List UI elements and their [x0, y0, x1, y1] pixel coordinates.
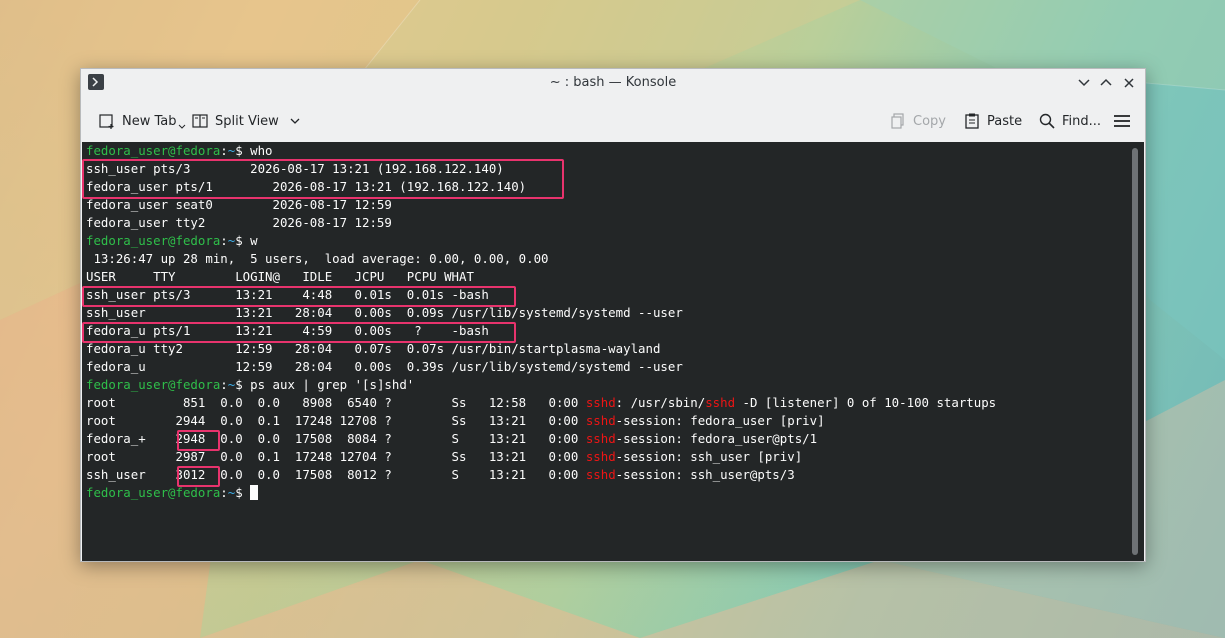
title-bar[interactable]: ~ : bash — Konsole — [81, 69, 1145, 97]
prompt-dollar: $ — [235, 233, 251, 248]
terminal-output-line: root 851 0.0 0.0 8908 6540 ? Ss 12:58 0:… — [86, 394, 996, 412]
find-label: Find... — [1062, 113, 1102, 129]
prompt-dollar: $ — [235, 143, 251, 158]
command-text: ps aux | grep '[s]shd' — [250, 377, 415, 392]
prompt-separator: : — [220, 233, 228, 248]
highlight-box-pid-3012 — [177, 466, 220, 487]
prompt-user: fedora_user@fedora — [86, 377, 221, 392]
terminal-output-line: ssh_user 3012 0.0 0.0 17508 8012 ? S 13:… — [86, 466, 996, 484]
output-segment: fedora_+ 2948 0.0 0.0 17508 8084 ? S 13:… — [86, 431, 586, 446]
output-segment: root 2987 0.0 0.1 17248 12704 ? Ss 13:21… — [86, 449, 586, 464]
highlight-box-w-ssh-user — [82, 286, 516, 307]
terminal-output-line: 13:26:47 up 28 min, 5 users, load averag… — [86, 251, 549, 266]
grep-match: sshd — [585, 467, 616, 482]
output-segment: -session: ssh_user@pts/3 — [615, 467, 795, 482]
new-tab-icon — [99, 114, 114, 129]
hamburger-menu-button[interactable] — [1113, 101, 1137, 141]
grep-match: sshd — [705, 395, 736, 410]
toolbar: New Tab Split View Copy Paste Find... — [81, 101, 1145, 141]
terminal-prompt-line: fedora_user@fedora:~$ w — [86, 232, 996, 250]
terminal-output-line: root 2944 0.0 0.1 17248 12708 ? Ss 13:21… — [86, 412, 996, 430]
output-segment: -D [listener] 0 of 10-100 startups — [735, 395, 997, 410]
command-text: w — [250, 233, 258, 248]
prompt-separator: : — [220, 143, 228, 158]
prompt-separator: : — [220, 485, 228, 500]
maximize-icon[interactable] — [1097, 74, 1115, 92]
highlight-box-w-fedora-user — [82, 322, 516, 343]
new-tab-button[interactable]: New Tab — [98, 101, 192, 141]
grep-match: sshd — [585, 413, 616, 428]
prompt-user: fedora_user@fedora — [86, 485, 221, 500]
output-segment: ssh_user 3012 0.0 0.0 17508 8012 ? S 13:… — [86, 467, 586, 482]
split-view-icon — [192, 114, 208, 128]
output-segment: -session: fedora_user [priv] — [615, 413, 825, 428]
highlight-box-pid-2948 — [177, 430, 220, 451]
copy-icon — [891, 113, 904, 129]
close-icon[interactable] — [1120, 74, 1138, 92]
split-view-label: Split View — [215, 113, 279, 129]
command-text: who — [250, 143, 273, 158]
paste-icon — [965, 113, 979, 129]
window-title: ~ : bash — Konsole — [549, 75, 677, 90]
chevron-down-icon — [178, 124, 185, 129]
chevron-down-icon — [290, 118, 300, 124]
prompt-dollar: $ — [235, 377, 251, 392]
split-view-button[interactable]: Split View — [191, 101, 307, 141]
find-button[interactable]: Find... — [1038, 101, 1101, 141]
prompt-separator: : — [220, 377, 228, 392]
copy-button[interactable]: Copy — [889, 101, 946, 141]
terminal-output-line: fedora_user tty2 2026-08-17 12:59 — [86, 215, 392, 230]
konsole-window: ~ : bash — Konsole New Tab Split View Co… — [80, 68, 1146, 562]
minimize-icon[interactable] — [1075, 74, 1093, 92]
prompt-dollar: $ — [235, 485, 251, 500]
prompt-user: fedora_user@fedora — [86, 143, 221, 158]
terminal-output-line: fedora_+ 2948 0.0 0.0 17508 8084 ? S 13:… — [86, 430, 996, 448]
new-tab-label: New Tab — [122, 113, 177, 129]
output-segment: root 2944 0.0 0.1 17248 12708 ? Ss 13:21… — [86, 413, 586, 428]
highlight-box-who-rows — [82, 159, 564, 199]
terminal-scrollbar[interactable] — [1132, 148, 1138, 555]
terminal-prompt-line: fedora_user@fedora:~$ — [86, 484, 996, 502]
grep-match: sshd — [585, 395, 616, 410]
paste-button[interactable]: Paste — [963, 101, 1022, 141]
search-icon — [1039, 113, 1055, 129]
text-cursor — [250, 485, 259, 500]
grep-match: sshd — [585, 449, 616, 464]
output-segment: : /usr/sbin/ — [615, 395, 706, 410]
terminal-output-line: root 2987 0.0 0.1 17248 12704 ? Ss 13:21… — [86, 448, 996, 466]
terminal-output-line: fedora_u 12:59 28:04 0.00s 0.39s /usr/li… — [86, 359, 683, 374]
output-segment: -session: fedora_user@pts/1 — [615, 431, 818, 446]
copy-label: Copy — [913, 113, 946, 129]
output-segment: -session: ssh_user [priv] — [615, 449, 803, 464]
grep-match: sshd — [585, 431, 616, 446]
terminal-prompt-line: fedora_user@fedora:~$ ps aux | grep '[s]… — [86, 376, 996, 394]
hamburger-menu-icon — [1114, 115, 1130, 127]
terminal-prompt-line: fedora_user@fedora:~$ who — [86, 142, 996, 160]
prompt-user: fedora_user@fedora — [86, 233, 221, 248]
paste-label: Paste — [987, 113, 1023, 129]
output-segment: root 851 0.0 0.0 8908 6540 ? Ss 12:58 0:… — [86, 395, 586, 410]
terminal-output-line: USER TTY LOGIN@ IDLE JCPU PCPU WHAT — [86, 269, 474, 284]
terminal-output[interactable]: fedora_user@fedora:~$ who ssh_user pts/3 … — [82, 142, 1144, 561]
